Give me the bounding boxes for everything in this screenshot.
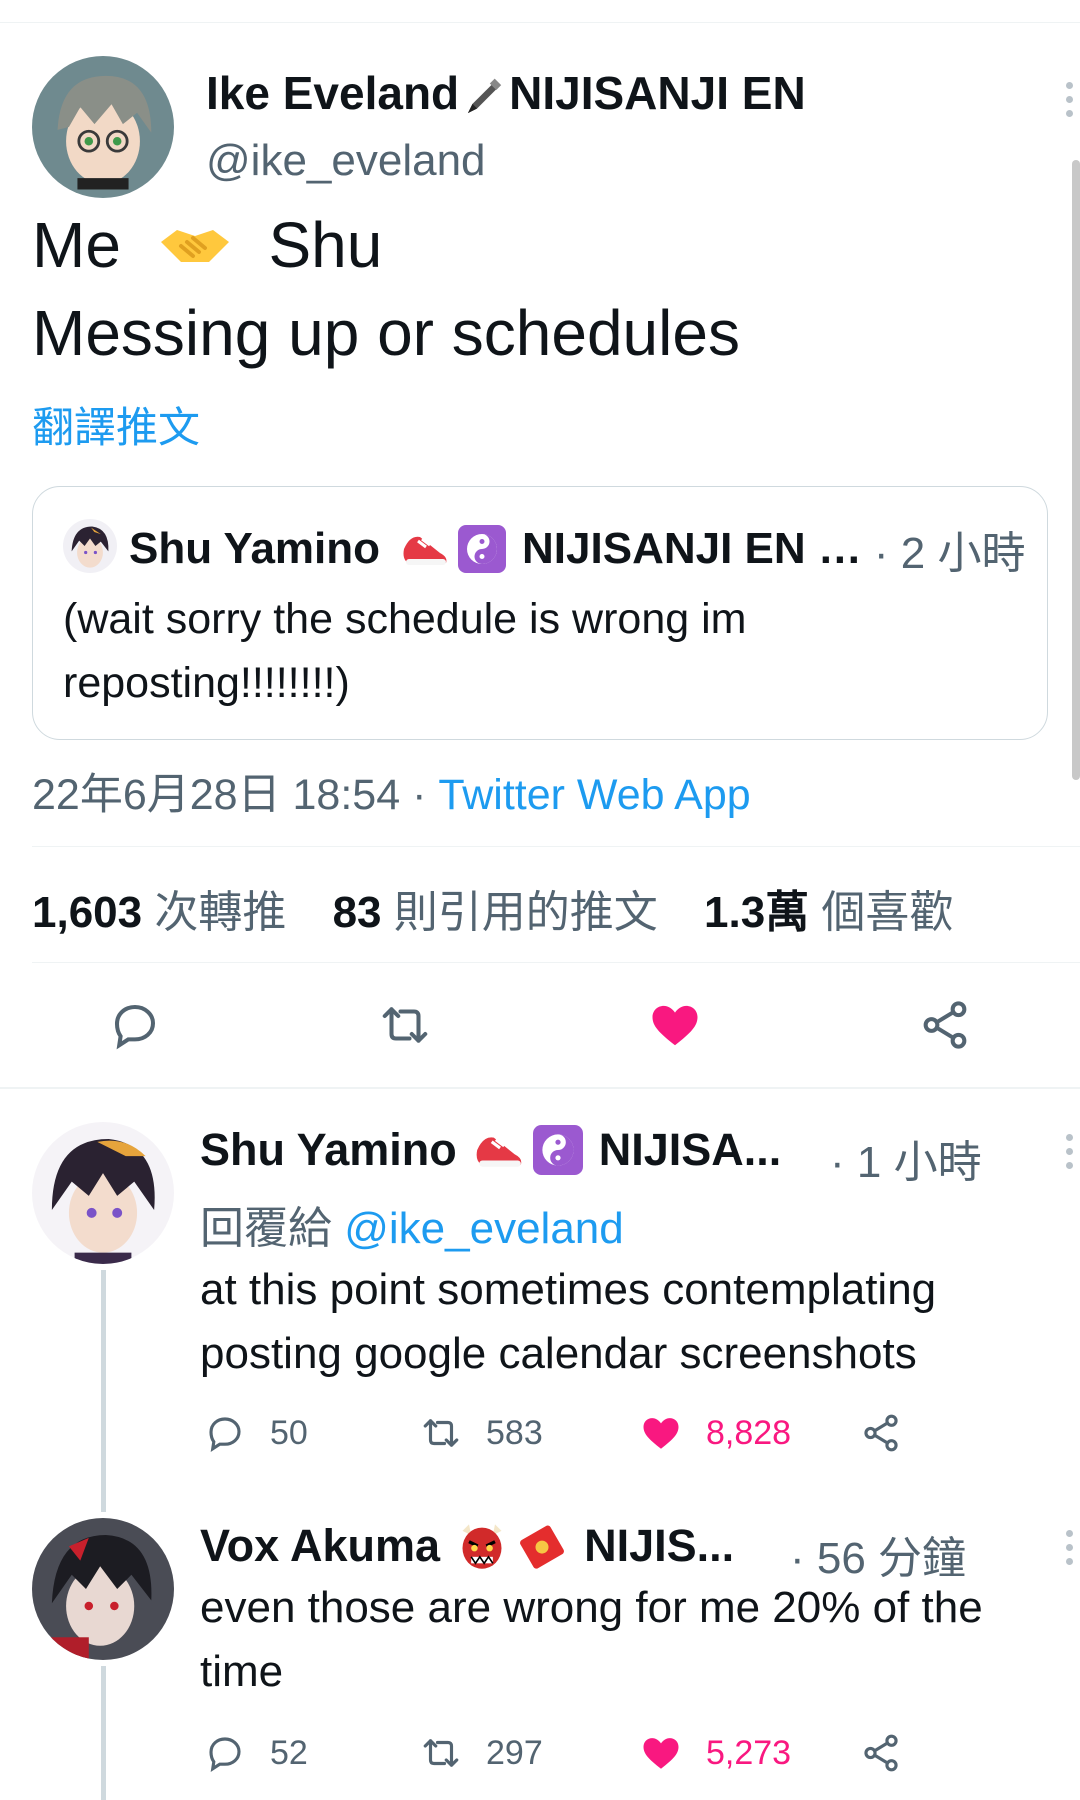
sneaker-icon <box>403 536 447 565</box>
top-divider <box>0 22 1080 23</box>
retweet-count: 583 <box>486 1413 543 1452</box>
reply-text: at this point sometimes contemplating po… <box>200 1265 937 1378</box>
handshake-icon <box>157 213 233 287</box>
shu-yamino-avatar[interactable] <box>32 1122 174 1264</box>
timestamp-separator: · <box>412 771 427 819</box>
thread-connector-line <box>101 1666 106 1800</box>
reply-author-name-text: Shu Yamino <box>200 1124 457 1175</box>
retweet-action[interactable]: 297 <box>420 1732 543 1774</box>
scrollbar[interactable] <box>1072 160 1080 780</box>
like-count: 5,273 <box>706 1733 792 1772</box>
reply-icon <box>209 1417 241 1452</box>
reply-action[interactable]: 50 <box>204 1412 308 1454</box>
reply-icon[interactable] <box>108 998 162 1052</box>
tweet-timestamp: 22年6月28日 18:54 · Twitter Web App <box>32 760 751 822</box>
retweet-icon <box>423 1419 459 1447</box>
quoted-header: Shu Yamino NIJISANJI EN … · 2 小時 <box>129 517 1026 581</box>
replying-to: 回覆給 @ike_eveland <box>200 1192 624 1256</box>
sneaker-icon <box>476 1137 521 1167</box>
reply-action[interactable]: 52 <box>204 1732 308 1774</box>
stats-bottom-divider <box>32 962 1080 963</box>
tweet-text-line-1: Me Shu <box>32 208 382 287</box>
red-envelope-icon <box>520 1525 565 1569</box>
share-icon <box>864 1414 898 1452</box>
quoted-tweet-card[interactable]: Shu Yamino NIJISANJI EN … · 2 小時 (wait s… <box>32 486 1048 740</box>
quoted-author-avatar <box>63 519 117 573</box>
retweet-icon <box>423 1739 459 1767</box>
author-org: NIJISANJI EN <box>509 67 806 119</box>
tweet-text-shu: Shu <box>268 209 383 281</box>
tweet-text-me: Me <box>32 209 121 281</box>
author-name[interactable]: Ike Eveland NIJISANJI EN <box>206 66 806 120</box>
reply-prefix: 回覆給 <box>200 1204 332 1253</box>
share-action[interactable] <box>860 1412 926 1454</box>
ike-eveland-avatar[interactable] <box>32 56 174 198</box>
tweet-stats: 1,603 次轉推 83 則引用的推文 1.3萬 個喜歡 <box>32 876 987 940</box>
quoted-tweet-text: (wait sorry the schedule is wrong im rep… <box>63 595 747 707</box>
quotes-stat[interactable]: 83 則引用的推文 <box>333 888 692 937</box>
retweet-icon[interactable] <box>378 998 432 1052</box>
stats-top-divider <box>32 846 1080 847</box>
like-icon <box>643 1738 679 1769</box>
like-icon <box>643 1418 679 1449</box>
reply-time: · 1 小時 <box>830 1138 982 1187</box>
likes-stat[interactable]: 1.3萬 個喜歡 <box>704 888 987 937</box>
vox-akuma-avatar[interactable] <box>32 1518 174 1660</box>
timestamp-text: 22年6月28日 18:54 <box>32 771 401 819</box>
pen-icon <box>461 66 507 120</box>
like-icon[interactable] <box>648 998 702 1052</box>
reply-count: 52 <box>270 1733 308 1772</box>
oni-mask-icon <box>462 1524 502 1569</box>
yin-yang-icon <box>532 1125 583 1175</box>
more-icon[interactable] <box>1064 1530 1074 1565</box>
retweet-action[interactable]: 583 <box>420 1412 543 1454</box>
reply-author-name[interactable]: Shu Yamino NIJISA... <box>200 1124 781 1176</box>
author-name-text: Ike Eveland <box>206 67 460 119</box>
reply-author-org: NIJIS... <box>584 1520 735 1571</box>
thread-connector-line <box>101 1270 106 1512</box>
reply-mention-link[interactable]: @ike_eveland <box>344 1204 624 1253</box>
share-icon[interactable] <box>918 998 972 1052</box>
quoted-author-org: NIJISANJI EN … <box>522 524 862 573</box>
tweet-text-line-2: Messing up or schedules <box>32 297 740 369</box>
reply-author-name[interactable]: Vox Akuma NIJIS... <box>200 1520 734 1572</box>
reply-author-org: NIJISA... <box>598 1124 782 1175</box>
yin-yang-icon <box>458 525 507 573</box>
section-divider <box>0 1087 1080 1089</box>
source-app-link[interactable]: Twitter Web App <box>438 771 750 819</box>
translate-link[interactable]: 翻譯推文 <box>32 394 200 455</box>
reply-text: even those are wrong for me 20% of the t… <box>200 1583 983 1696</box>
more-icon[interactable] <box>1064 82 1074 117</box>
like-action[interactable]: 8,828 <box>640 1412 791 1454</box>
quoted-author-name: Shu Yamino <box>129 524 381 573</box>
author-handle[interactable]: @ike_eveland <box>206 136 486 186</box>
retweet-count: 297 <box>486 1733 543 1772</box>
reply-author-name-text: Vox Akuma <box>200 1520 441 1571</box>
like-count: 8,828 <box>706 1413 792 1452</box>
like-action[interactable]: 5,273 <box>640 1732 791 1774</box>
retweets-stat[interactable]: 1,603 次轉推 <box>32 888 320 937</box>
reply-icon <box>209 1737 241 1772</box>
quoted-time: · 2 小時 <box>873 529 1026 578</box>
more-icon[interactable] <box>1064 1134 1074 1169</box>
share-icon <box>864 1734 898 1772</box>
reply-count: 50 <box>270 1413 308 1452</box>
share-action[interactable] <box>860 1732 926 1774</box>
